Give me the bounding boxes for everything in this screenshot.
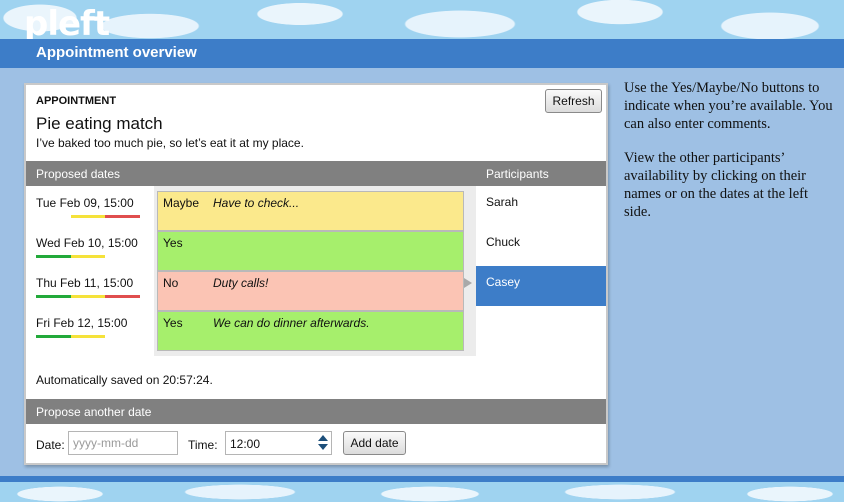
footer-clouds: [0, 482, 844, 502]
time-value: 12:00: [230, 437, 261, 451]
help-paragraph: Use the Yes/Maybe/No buttons to indicate…: [624, 80, 833, 132]
propose-heading: Propose another date: [36, 405, 152, 419]
participant-name: Casey: [486, 275, 521, 289]
date-item[interactable]: Thu Feb 11, 15:00: [36, 266, 146, 306]
date-input[interactable]: [68, 431, 178, 455]
response-comment[interactable]: Have to check...: [213, 196, 299, 210]
appointment-title: Pie eating match: [36, 114, 163, 133]
help-text: Use the Yes/Maybe/No buttons to indicate…: [624, 79, 834, 221]
participant-item-selected[interactable]: Casey: [476, 266, 606, 306]
autosave-status: Automatically saved on 20:57:24.: [36, 373, 213, 387]
response-row[interactable]: Maybe Have to check...: [157, 191, 464, 231]
availability-strip: [36, 255, 140, 258]
response-comment[interactable]: Duty calls!: [213, 276, 268, 290]
appointment-description: I’ve baked too much pie, so let’s eat it…: [36, 136, 304, 150]
date-label: Thu Feb 11, 15:00: [36, 276, 134, 290]
time-stepper[interactable]: 12:00: [225, 431, 332, 455]
response-status[interactable]: Yes: [163, 316, 183, 330]
propose-header-bar: Propose another date: [26, 399, 606, 424]
availability-strip: [36, 295, 140, 298]
response-row[interactable]: Yes: [157, 231, 464, 271]
response-comment[interactable]: We can do dinner afterwards.: [213, 316, 370, 330]
spinner-icon[interactable]: [318, 435, 328, 451]
response-status[interactable]: No: [163, 276, 178, 290]
date-item[interactable]: Wed Feb 10, 15:00: [36, 226, 146, 266]
response-row[interactable]: No Duty calls!: [157, 271, 464, 311]
date-label: Tue Feb 09, 15:00: [36, 196, 134, 210]
help-paragraph: View the other participants’ availabilit…: [624, 150, 809, 220]
time-field-label: Time:: [188, 438, 218, 452]
response-row[interactable]: Yes We can do dinner afterwards.: [157, 311, 464, 351]
response-status[interactable]: Maybe: [163, 196, 199, 210]
appointment-section-label: APPOINTMENT: [36, 95, 117, 107]
appointment-card: APPOINTMENT Pie eating match I’ve baked …: [24, 83, 608, 465]
selection-arrow-icon: [464, 278, 472, 288]
participant-name: Chuck: [486, 235, 521, 249]
date-field-label: Date:: [36, 438, 65, 452]
availability-strip: [36, 335, 140, 338]
response-status[interactable]: Yes: [163, 236, 183, 250]
response-panel: Maybe Have to check... Yes No Duty calls…: [154, 186, 476, 356]
participants-heading: Participants: [486, 167, 549, 181]
pleft-logo[interactable]: pleft: [24, 4, 110, 44]
date-label: Fri Feb 12, 15:00: [36, 316, 128, 330]
add-date-button[interactable]: Add date: [343, 431, 406, 455]
participant-item[interactable]: Sarah: [476, 186, 606, 226]
page-title: Appointment overview: [36, 44, 197, 61]
dates-header-bar: Proposed dates Participants: [26, 161, 606, 186]
refresh-button[interactable]: Refresh: [545, 89, 602, 113]
date-item[interactable]: Fri Feb 12, 15:00: [36, 306, 146, 346]
participant-item[interactable]: Chuck: [476, 226, 606, 266]
date-label: Wed Feb 10, 15:00: [36, 236, 138, 250]
proposed-dates-heading: Proposed dates: [36, 167, 121, 181]
availability-strip: [36, 215, 140, 218]
participant-name: Sarah: [486, 195, 519, 209]
page-header: Appointment overview: [0, 39, 844, 68]
header-clouds: [0, 0, 844, 40]
date-item[interactable]: Tue Feb 09, 15:00: [36, 186, 146, 226]
